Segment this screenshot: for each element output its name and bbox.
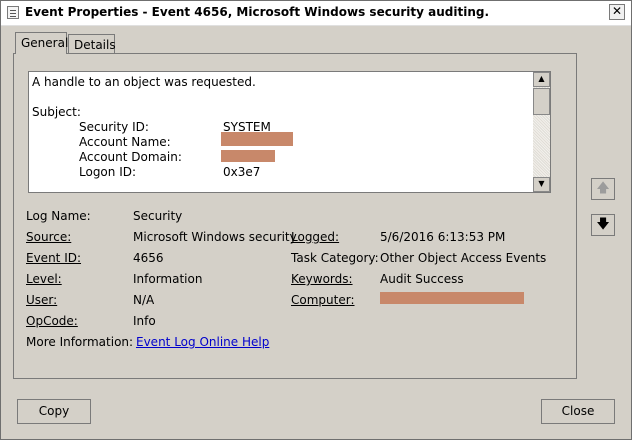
previous-event-button[interactable]: 🡅: [591, 178, 615, 200]
down-arrow-icon: 🡇: [596, 217, 610, 232]
copy-button[interactable]: Copy: [17, 399, 91, 424]
tab-general[interactable]: General: [15, 32, 68, 54]
tab-details[interactable]: Details: [68, 34, 116, 54]
close-icon: ✕: [611, 4, 623, 18]
up-arrow-icon: 🡅: [596, 181, 610, 196]
event-id-label: Event ID:: [26, 251, 82, 265]
logon-id-value: 0x3e7: [223, 165, 261, 179]
description-text: A handle to an object was requested.: [32, 75, 256, 89]
title-bar: Event Properties - Event 4656, Microsoft…: [1, 1, 631, 26]
computer-label: Computer:: [291, 293, 355, 307]
account-domain-redaction: [221, 150, 275, 162]
event-log-online-help-link[interactable]: Event Log Online Help: [136, 335, 269, 349]
window-title: Event Properties - Event 4656, Microsoft…: [25, 5, 490, 19]
scroll-down-button[interactable]: ▼: [533, 177, 550, 192]
computer-redaction: [380, 292, 524, 304]
logged-label: Logged:: [291, 230, 340, 244]
event-id-value: 4656: [133, 251, 164, 265]
description-scrollbar[interactable]: ▲ ▼: [533, 72, 550, 192]
account-name-label: Account Name:: [79, 135, 171, 149]
event-description-box[interactable]: A handle to an object was requested. Sub…: [28, 71, 551, 193]
next-event-button[interactable]: 🡇: [591, 214, 615, 236]
user-label: User:: [26, 293, 58, 307]
level-value: Information: [133, 272, 203, 286]
task-category-label: Task Category:: [291, 251, 379, 265]
close-button[interactable]: Close: [541, 399, 615, 424]
logon-id-label: Logon ID:: [79, 165, 137, 179]
account-domain-label: Account Domain:: [79, 150, 182, 164]
account-name-redaction: [221, 132, 293, 146]
level-label: Level:: [26, 272, 62, 286]
subject-header: Subject:: [32, 105, 81, 119]
event-properties-icon: [7, 6, 19, 19]
more-information-label: More Information:: [26, 335, 134, 349]
opcode-label: OpCode:: [26, 314, 78, 328]
scroll-up-button[interactable]: ▲: [533, 72, 550, 87]
security-id-label: Security ID:: [79, 120, 149, 134]
keywords-value: Audit Success: [380, 272, 464, 286]
keywords-label: Keywords:: [291, 272, 353, 286]
source-value: Microsoft Windows security: [133, 230, 297, 244]
opcode-value: Info: [133, 314, 156, 328]
log-name-label: Log Name:: [26, 209, 91, 223]
close-window-button[interactable]: ✕: [609, 4, 625, 20]
user-value: N/A: [133, 293, 155, 307]
task-category-value: Other Object Access Events: [380, 251, 547, 265]
event-properties-window: Event Properties - Event 4656, Microsoft…: [0, 0, 632, 440]
scroll-thumb[interactable]: [533, 88, 550, 115]
source-label: Source:: [26, 230, 72, 244]
log-name-value: Security: [133, 209, 183, 223]
logged-value: 5/6/2016 6:13:53 PM: [380, 230, 506, 244]
